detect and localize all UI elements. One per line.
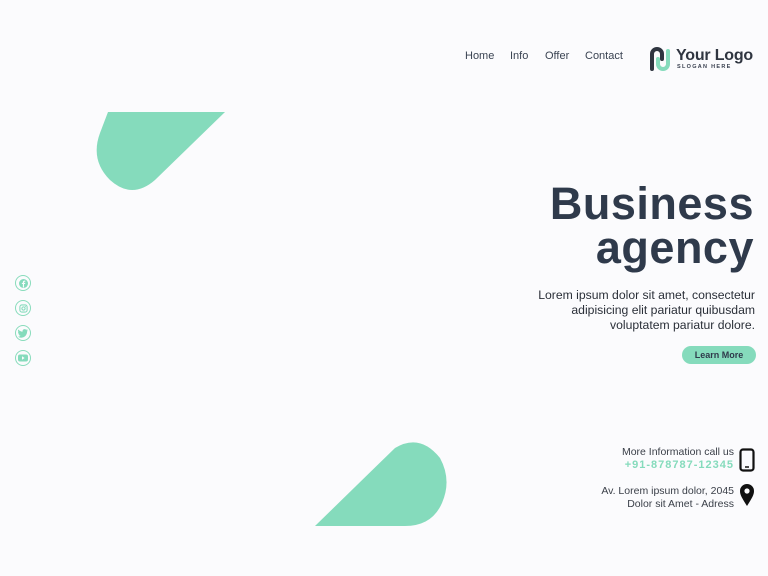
description-line: voluptatem pariatur dolore. [610,318,755,332]
location-pin-icon [740,484,754,506]
contact-address: Av. Lorem ipsum dolor, 2045 Dolor sit Am… [601,485,734,510]
call-label: More Information call us [621,446,734,458]
description-line: adipisicing elit pariatur quibusdam [571,303,755,317]
learn-more-button[interactable]: Learn More [682,346,756,364]
nav-offer[interactable]: Offer [545,50,569,62]
nav-contact[interactable]: Contact [585,50,623,62]
logo-slogan: SLOGAN HERE [677,64,732,70]
phone-number[interactable]: +91-878787-12345 [622,459,734,472]
social-links [15,275,33,375]
address-line-2: Dolor sit Amet - Adress [627,497,734,510]
facebook-icon[interactable] [15,275,31,291]
phone-icon [739,448,755,472]
hero-headline: Business agency [549,178,754,273]
hero-description: Lorem ipsum dolor sit amet, consectetur … [515,288,755,333]
youtube-icon[interactable] [15,350,31,366]
hero-image [96,112,447,526]
headline-line-1: Business [549,178,754,229]
description-line: Lorem ipsum dolor sit amet, consectetur [538,288,755,302]
contact-call: More Information call us +91-878787-1234… [622,446,734,471]
logo-mark-icon [650,47,670,71]
nav-home[interactable]: Home [465,50,494,62]
headline-line-2: agency [595,222,754,273]
twitter-icon[interactable] [15,325,31,341]
instagram-icon[interactable] [15,300,31,316]
logo-title: Your Logo [676,47,753,64]
nav-info[interactable]: Info [510,50,528,62]
accent-shape-top [96,112,226,190]
logo[interactable]: Your Logo SLOGAN HERE [648,45,758,73]
accent-shape-bottom [315,442,447,526]
address-line-1: Av. Lorem ipsum dolor, 2045 [601,485,734,497]
